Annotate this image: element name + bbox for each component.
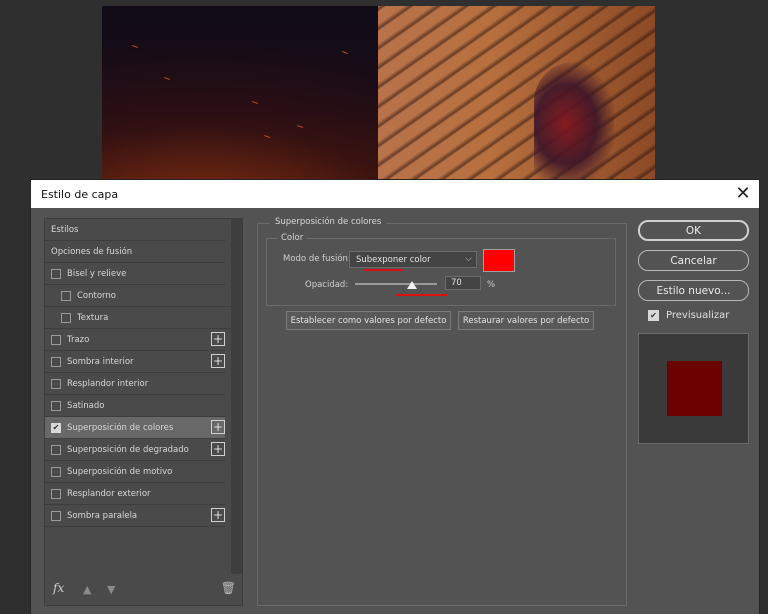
group-title: Superposición de colores xyxy=(270,217,387,227)
style-item[interactable]: Resplandor exterior xyxy=(45,483,225,505)
checkbox-icon[interactable] xyxy=(51,334,61,345)
style-item[interactable]: Bisel y relieve xyxy=(45,263,225,285)
style-item-label: Superposición de motivo xyxy=(67,466,173,477)
style-item-label: Opciones de fusión xyxy=(51,246,133,257)
style-item[interactable]: ✔ Superposición de colores + xyxy=(45,417,225,439)
photo-spark xyxy=(342,51,348,54)
photo-figure xyxy=(534,62,614,182)
photo-spark xyxy=(252,101,258,104)
styles-list-toolbar: fx ▲ ▼ 🗑 xyxy=(45,575,242,605)
opacity-unit: % xyxy=(487,280,496,290)
style-item-label: Contorno xyxy=(77,290,116,301)
photo-spark xyxy=(164,77,170,80)
blend-mode-value: Subexponer color xyxy=(356,254,431,265)
style-item[interactable]: Sombra interior + xyxy=(45,351,225,373)
dialog-titlebar: Estilo de capa ✕ xyxy=(31,180,759,208)
checkbox-icon[interactable] xyxy=(51,510,61,521)
annotation-underline xyxy=(395,294,447,296)
opacity-input[interactable]: 70 xyxy=(445,276,481,290)
styles-list: Estilos Opciones de fusión Bisel y relieve… xyxy=(45,219,242,527)
opacity-slider-thumb[interactable] xyxy=(407,281,418,289)
move-down-icon[interactable]: ▼ xyxy=(107,583,115,596)
fx-menu-icon[interactable]: fx xyxy=(53,581,64,595)
style-item-label: Satinado xyxy=(67,400,105,411)
checkbox-icon[interactable] xyxy=(51,466,61,477)
add-effect-icon[interactable]: + xyxy=(211,354,225,368)
style-item[interactable]: Contorno xyxy=(45,285,235,307)
style-item-label: Superposición de colores xyxy=(67,422,174,433)
checkbox-icon[interactable] xyxy=(51,444,61,455)
settings-panel: Superposición de colores Color Modo de f… xyxy=(257,217,627,606)
style-item[interactable]: Textura xyxy=(45,307,235,329)
checkbox-icon[interactable] xyxy=(51,356,61,367)
style-item[interactable]: Trazo + xyxy=(45,329,225,351)
checkbox-icon[interactable] xyxy=(51,488,61,499)
styles-list-scrollbar[interactable] xyxy=(231,219,242,574)
opacity-slider-track[interactable] xyxy=(355,283,437,285)
style-item[interactable]: Satinado xyxy=(45,395,225,417)
cancel-button[interactable]: Cancelar xyxy=(638,250,749,271)
checkbox-icon[interactable] xyxy=(61,312,71,323)
style-item-label: Trazo xyxy=(67,334,90,345)
blend-mode-select[interactable]: Subexponer color ⌵ xyxy=(349,251,477,268)
style-item[interactable]: Sombra paralela + xyxy=(45,505,225,527)
opacity-label: Opacidad: xyxy=(305,280,349,290)
add-effect-icon[interactable]: + xyxy=(211,508,225,522)
style-item[interactable]: Superposición de degradado + xyxy=(45,439,225,461)
annotation-underline xyxy=(363,269,403,271)
color-group: Color Modo de fusión: Subexponer color ⌵… xyxy=(266,233,616,306)
ok-button[interactable]: OK xyxy=(638,220,749,241)
photo-spark xyxy=(297,125,303,128)
style-item[interactable]: Superposición de motivo xyxy=(45,461,225,483)
preview-box xyxy=(638,333,749,444)
set-default-button[interactable]: Establecer como valores por defecto xyxy=(286,311,451,330)
preview-label: Previsualizar xyxy=(666,310,730,321)
style-item[interactable]: Opciones de fusión xyxy=(45,241,225,263)
add-effect-icon[interactable]: + xyxy=(211,332,225,346)
photo-spark xyxy=(132,45,138,48)
subgroup-title: Color xyxy=(277,233,308,243)
chevron-down-icon: ⌵ xyxy=(465,254,472,264)
checkbox-icon[interactable] xyxy=(51,400,61,411)
trash-icon[interactable]: 🗑 xyxy=(221,581,236,595)
styles-list-panel: Estilos Opciones de fusión Bisel y relieve… xyxy=(44,218,243,606)
opacity-value: 70 xyxy=(451,278,462,288)
checkbox-checked-icon[interactable]: ✔ xyxy=(51,422,61,433)
color-swatch[interactable] xyxy=(483,249,515,272)
style-item-label: Resplandor interior xyxy=(67,378,149,389)
layer-style-dialog: Estilo de capa ✕ Estilos Opciones de fusi… xyxy=(31,180,759,614)
checkbox-icon[interactable] xyxy=(61,290,71,301)
style-item-label: Sombra interior xyxy=(67,356,134,367)
add-effect-icon[interactable]: + xyxy=(211,442,225,456)
style-item[interactable]: Resplandor interior xyxy=(45,373,225,395)
move-up-icon[interactable]: ▲ xyxy=(83,583,91,596)
reset-default-button[interactable]: Restaurar valores por defecto xyxy=(458,311,594,330)
preview-swatch xyxy=(667,361,722,416)
style-item-label: Sombra paralela xyxy=(67,510,138,521)
new-style-button[interactable]: Estilo nuevo... xyxy=(638,280,749,301)
add-effect-icon[interactable]: + xyxy=(211,420,225,434)
style-item-label: Resplandor exterior xyxy=(67,488,151,499)
blend-mode-label: Modo de fusión: xyxy=(283,254,351,264)
style-item[interactable]: Estilos xyxy=(45,219,225,241)
checkbox-checked-icon[interactable]: ✔ xyxy=(648,310,659,321)
style-item-label: Superposición de degradado xyxy=(67,444,189,455)
checkbox-icon[interactable] xyxy=(51,378,61,389)
style-item-label: Estilos xyxy=(51,224,79,235)
photo-spark xyxy=(264,135,270,138)
close-icon[interactable]: ✕ xyxy=(733,184,753,204)
canvas-photo xyxy=(102,6,655,182)
checkbox-icon[interactable] xyxy=(51,268,61,279)
style-item-label: Textura xyxy=(77,312,109,323)
dialog-title: Estilo de capa xyxy=(41,187,119,201)
preview-toggle[interactable]: ✔ Previsualizar xyxy=(648,310,729,321)
style-item-label: Bisel y relieve xyxy=(67,268,127,279)
